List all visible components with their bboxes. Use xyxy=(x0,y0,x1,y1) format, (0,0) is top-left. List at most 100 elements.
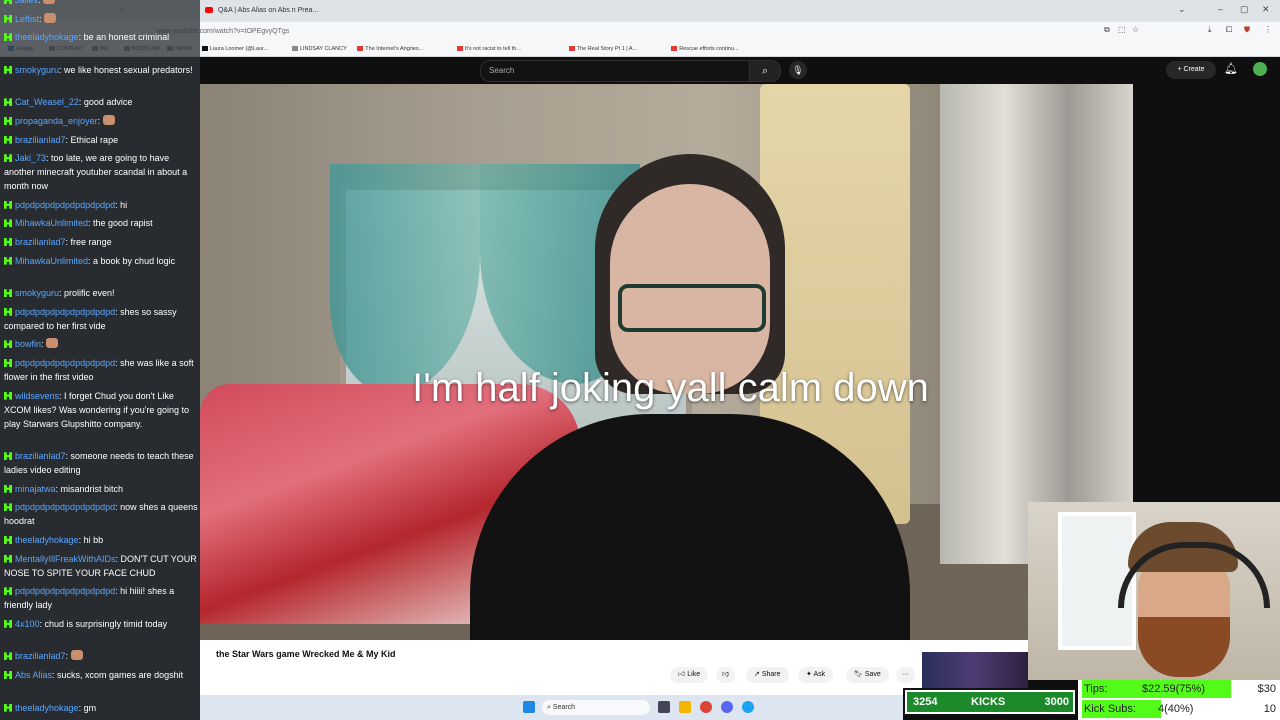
emote-icon xyxy=(44,12,57,23)
chat-overlay: Jaliev: Leftist: theeladyhokage: be an h… xyxy=(0,0,200,720)
install-icon[interactable]: ⧉ xyxy=(1104,25,1110,35)
chat-message: MentallyIllFreakWithAIDs: DON'T CUT YOUR… xyxy=(4,552,198,580)
recommended-thumbnail[interactable] xyxy=(922,652,1028,688)
bookmark-star-icon[interactable]: ☆ xyxy=(1132,25,1139,34)
chat-text: : be an honest criminal xyxy=(78,32,170,43)
chat-message: theeladyhokage: gm xyxy=(4,701,198,715)
chat-username[interactable]: brazilianlad7 xyxy=(15,237,66,247)
chat-username[interactable]: pdpdpdpdpdpdpdpdpdpd xyxy=(15,502,115,512)
subs-value: 4(40%) xyxy=(1158,703,1194,715)
chat-username[interactable]: smokyguru xyxy=(15,65,59,75)
kick-badge-icon xyxy=(4,652,12,661)
save-button[interactable]: 🔖︎ Save xyxy=(846,667,889,683)
menu-icon[interactable]: ⋮ xyxy=(1264,25,1272,34)
chat-username[interactable]: brazilianlad7 xyxy=(15,651,66,661)
kicks-current: 3254 xyxy=(913,696,938,708)
share-icon[interactable]: ⬚ xyxy=(1118,25,1126,34)
chat-username[interactable]: theeladyhokage xyxy=(15,535,79,545)
url-field[interactable]: www.youtube.com/watch?v=tOPEgvyQTgs xyxy=(156,26,1056,38)
search-input[interactable]: Search xyxy=(480,60,750,82)
bookmark-item[interactable]: Laura Loomer (@Laur... xyxy=(201,44,268,54)
extensions-icon[interactable]: ⧠ xyxy=(1226,25,1232,35)
chat-username[interactable]: Jaliev xyxy=(15,0,38,5)
emote-icon xyxy=(43,0,56,4)
chat-username[interactable]: Abs Alias xyxy=(15,670,52,680)
kick-badge-icon xyxy=(4,0,12,4)
chat-text: : hi bb xyxy=(78,535,104,545)
file-explorer-icon[interactable] xyxy=(679,701,691,713)
search-icon[interactable]: ⌕ xyxy=(749,60,781,82)
tips-goal: $30 xyxy=(1257,683,1276,695)
more-actions-button[interactable]: ··· xyxy=(896,667,915,683)
chat-username[interactable]: MihawkaUnlimited xyxy=(15,218,88,228)
youtube-favicon-icon xyxy=(205,7,213,14)
create-button[interactable]: + Create xyxy=(1166,61,1216,79)
browser-tab[interactable]: Q&A | Abs Alias on Abs n Prea... xyxy=(205,4,318,18)
chat-username[interactable]: smokyguru xyxy=(15,288,59,298)
chat-text: : Ethical rape xyxy=(65,134,119,145)
bookmark-item[interactable]: The Real Story Pt 1 | A... xyxy=(568,44,637,54)
kick-badge-icon xyxy=(4,703,12,712)
chat-message: brazilianlad7: someone needs to teach th… xyxy=(4,449,198,477)
bookmark-item[interactable]: LINDSAY CLANCY xyxy=(291,44,347,54)
chat-message: wildsevens: I forget Chud you don't Like… xyxy=(4,389,198,431)
chevron-down-icon[interactable]: ⌄ xyxy=(1178,4,1186,15)
subs-label: Kick Subs: xyxy=(1084,703,1136,715)
like-label: Like xyxy=(687,671,701,678)
chat-username[interactable]: Jaki_73 xyxy=(15,153,46,163)
chat-username[interactable]: pdpdpdpdpdpdpdpdpdpd xyxy=(15,586,115,596)
bell-icon[interactable]: 🔔︎ xyxy=(1224,62,1238,75)
bookmark-label: The Internet's Angries... xyxy=(365,46,424,52)
chat-username[interactable]: Leftist xyxy=(15,14,39,24)
avatar[interactable] xyxy=(1253,62,1267,76)
chat-message: propaganda_enjoyer: xyxy=(4,114,198,128)
chat-username[interactable]: minajatwa xyxy=(15,484,56,494)
like-button[interactable]: 👍︎ Like xyxy=(670,667,709,683)
kick-badge-icon xyxy=(4,65,12,74)
chat-username[interactable]: MihawkaUnlimited xyxy=(15,256,88,266)
create-label: Create xyxy=(1183,66,1205,73)
windows-start-icon[interactable] xyxy=(523,701,535,713)
chat-username[interactable]: pdpdpdpdpdpdpdpdpdpd xyxy=(15,358,115,368)
chrome-icon[interactable] xyxy=(700,701,712,713)
video-player[interactable]: I'm half joking yall calm down xyxy=(200,84,1133,640)
sparkle-icon: ✦ xyxy=(806,671,812,678)
bookmark-item[interactable]: The Internet's Angries... xyxy=(357,44,423,54)
maximize-button[interactable]: ▢ xyxy=(1240,4,1249,15)
bookmark-item[interactable]: Rescue efforts continu... xyxy=(671,44,739,54)
chat-username[interactable]: brazilianlad7 xyxy=(15,451,66,461)
chat-username[interactable]: theeladyhokage xyxy=(15,703,79,713)
download-icon[interactable]: ⤓ xyxy=(1208,25,1212,35)
bookmark-label: It's not racist to tell th... xyxy=(464,46,521,52)
dislike-button[interactable]: 👎︎ xyxy=(716,667,736,683)
discord-icon[interactable] xyxy=(721,701,733,713)
kick-badge-icon xyxy=(4,14,12,23)
taskbar-search[interactable]: ⌕ Search xyxy=(542,700,650,715)
chat-username[interactable]: 4x100 xyxy=(15,619,40,629)
chat-username[interactable]: pdpdpdpdpdpdpdpdpdpd xyxy=(15,200,115,210)
task-view-icon[interactable] xyxy=(658,701,670,713)
stream-goals: Tips: $22.59(75%) $30 Kick Subs: 4(40%) … xyxy=(1078,680,1280,720)
ask-button[interactable]: ✦ Ask xyxy=(798,667,834,683)
chat-username[interactable]: wildsevens xyxy=(15,391,59,401)
chat-username[interactable]: brazilianlad7 xyxy=(15,135,66,145)
chat-message: pdpdpdpdpdpdpdpdpdpd: she was like a sof… xyxy=(4,356,198,384)
chat-text: : we like honest sexual predators! xyxy=(59,64,193,75)
chat-username[interactable]: pdpdpdpdpdpdpdpdpdpd xyxy=(15,307,115,317)
chat-username[interactable]: MentallyIllFreakWithAIDs xyxy=(15,554,116,564)
close-window-button[interactable]: ✕ xyxy=(1262,4,1270,15)
extension-shield-icon[interactable]: ⛊ xyxy=(1244,25,1250,35)
chat-username[interactable]: propaganda_enjoyer xyxy=(15,116,98,126)
app-icon[interactable] xyxy=(742,701,754,713)
share-button[interactable]: ↗ Share xyxy=(746,667,789,683)
minimize-button[interactable]: – xyxy=(1218,4,1223,14)
chat-username[interactable]: Cat_Weasel_22 xyxy=(15,97,79,107)
chat-username[interactable]: bowfin xyxy=(15,339,41,349)
chat-message: Abs Alias: sucks, xcom games are dogshit xyxy=(4,668,198,682)
emote-icon xyxy=(46,338,59,349)
chat-message: minajatwa: misandrist bitch xyxy=(4,482,198,496)
chat-username[interactable]: theeladyhokage xyxy=(15,32,79,42)
kick-badge-icon xyxy=(4,289,12,298)
mic-icon[interactable]: 🎙 xyxy=(789,61,807,79)
bookmark-item[interactable]: It's not racist to tell th... xyxy=(456,44,521,54)
